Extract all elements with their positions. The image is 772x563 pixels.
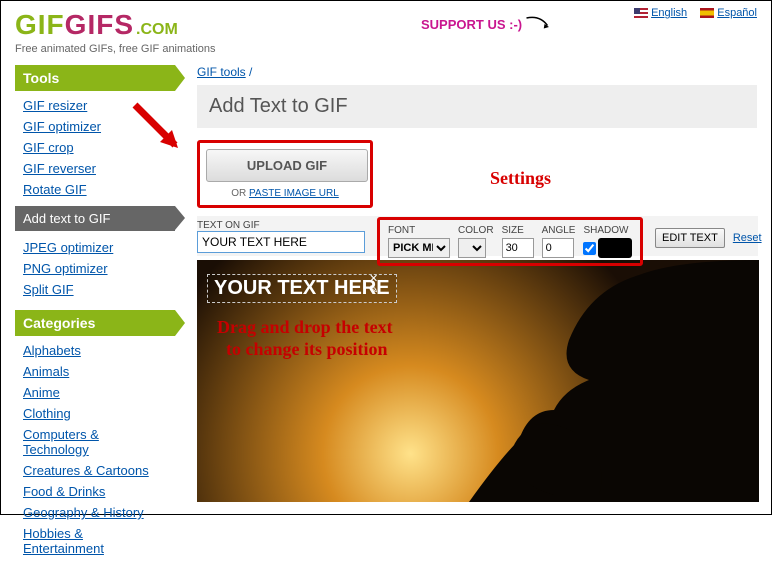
- sidebar-cat-creatures[interactable]: Creatures & Cartoons: [23, 463, 149, 478]
- paste-url-link[interactable]: PASTE IMAGE URL: [249, 188, 339, 199]
- sidebar-header-tools: Tools: [15, 65, 175, 91]
- sidebar-item-jpeg-optimizer[interactable]: JPEG optimizer: [23, 240, 113, 255]
- text-on-gif-input[interactable]: [197, 231, 365, 253]
- font-select[interactable]: PICK ME: [388, 238, 450, 258]
- edit-icon[interactable]: ✎: [369, 284, 378, 296]
- logo-part-com: .COM: [136, 21, 178, 39]
- sidebar-item-add-text-active[interactable]: Add text to GIF: [15, 206, 175, 231]
- sidebar-tools-list-2: JPEG optimizer PNG optimizer Split GIF: [15, 233, 175, 304]
- sidebar-cat-hobbies[interactable]: Hobbies & Entertainment: [23, 526, 104, 556]
- sidebar-cat-alphabets[interactable]: Alphabets: [23, 343, 81, 358]
- annotation-arrow-icon: [130, 100, 190, 160]
- sidebar-item-png-optimizer[interactable]: PNG optimizer: [23, 261, 108, 276]
- page-title: Add Text to GIF: [197, 85, 757, 128]
- breadcrumb-sep: /: [249, 65, 252, 79]
- tagline: Free animated GIFs, free GIF animations: [15, 43, 757, 55]
- size-input[interactable]: [502, 238, 534, 258]
- logo-part-gifs: GIFS: [65, 9, 134, 41]
- sidebar-cat-clothing[interactable]: Clothing: [23, 406, 71, 421]
- color-select[interactable]: [458, 238, 486, 258]
- language-switcher: English Español: [624, 7, 757, 19]
- shadow-color-swatch[interactable]: [598, 238, 632, 258]
- logo-part-gif: GIF: [15, 9, 65, 41]
- sidebar-cat-animals[interactable]: Animals: [23, 364, 69, 379]
- overlay-controls: ✕ ✎: [369, 274, 378, 296]
- breadcrumb-root[interactable]: GIF tools: [197, 65, 246, 79]
- size-label: SIZE: [502, 225, 534, 236]
- lang-spanish[interactable]: Español: [700, 7, 757, 19]
- gif-preview[interactable]: YOUR TEXT HERE ✕ ✎ Drag and drop the tex…: [197, 260, 759, 502]
- breadcrumb: GIF tools /: [197, 65, 757, 79]
- sidebar-item-gif-optimizer[interactable]: GIF optimizer: [23, 119, 101, 134]
- text-on-gif-label: TEXT ON GIF: [197, 220, 367, 231]
- sidebar-item-rotate-gif[interactable]: Rotate GIF: [23, 182, 87, 197]
- reset-link[interactable]: Reset: [733, 232, 762, 244]
- lang-english[interactable]: English: [634, 7, 687, 19]
- font-label: FONT: [388, 225, 450, 236]
- main-content: GIF tools / Add Text to GIF UPLOAD GIF O…: [175, 59, 757, 563]
- drag-instruction: Drag and drop the text to change its pos…: [217, 316, 393, 360]
- settings-annotation: Settings: [490, 168, 551, 189]
- sidebar-cat-food[interactable]: Food & Drinks: [23, 484, 105, 499]
- sidebar-item-gif-resizer[interactable]: GIF resizer: [23, 98, 87, 113]
- edit-reset-group: EDIT TEXT Reset: [655, 228, 762, 248]
- settings-panel: FONT PICK ME COLOR SIZE ANGLE SHADOW: [377, 217, 643, 266]
- sidebar-header-categories: Categories: [15, 310, 175, 336]
- silhouette-image: [379, 260, 759, 502]
- support-us-link[interactable]: SUPPORT US :-): [421, 13, 555, 35]
- paste-url-row: OR PASTE IMAGE URL: [206, 188, 364, 199]
- color-label: COLOR: [458, 225, 494, 236]
- flag-es-icon: [700, 8, 714, 18]
- support-label: SUPPORT US :-): [421, 17, 522, 32]
- sidebar-cat-geography[interactable]: Geography & History: [23, 505, 144, 520]
- flag-us-icon: [634, 8, 648, 18]
- angle-input[interactable]: [542, 238, 574, 258]
- sidebar-item-split-gif[interactable]: Split GIF: [23, 282, 74, 297]
- upload-box: UPLOAD GIF OR PASTE IMAGE URL: [197, 140, 373, 208]
- sidebar-cat-computers[interactable]: Computers & Technology: [23, 427, 99, 457]
- upload-gif-button[interactable]: UPLOAD GIF: [206, 149, 368, 182]
- text-on-gif-field: TEXT ON GIF: [197, 220, 367, 253]
- sidebar-item-gif-reverser[interactable]: GIF reverser: [23, 161, 96, 176]
- paste-url-or: OR: [231, 188, 249, 199]
- sidebar-cat-anime[interactable]: Anime: [23, 385, 60, 400]
- sidebar-categories-list: Alphabets Animals Anime Clothing Compute…: [15, 336, 175, 563]
- edit-text-button[interactable]: EDIT TEXT: [655, 228, 725, 248]
- sidebar-item-gif-crop[interactable]: GIF crop: [23, 140, 74, 155]
- shadow-label: SHADOW: [583, 225, 632, 236]
- arrow-curve-icon: [525, 13, 555, 35]
- shadow-checkbox[interactable]: [583, 242, 596, 255]
- angle-label: ANGLE: [542, 225, 576, 236]
